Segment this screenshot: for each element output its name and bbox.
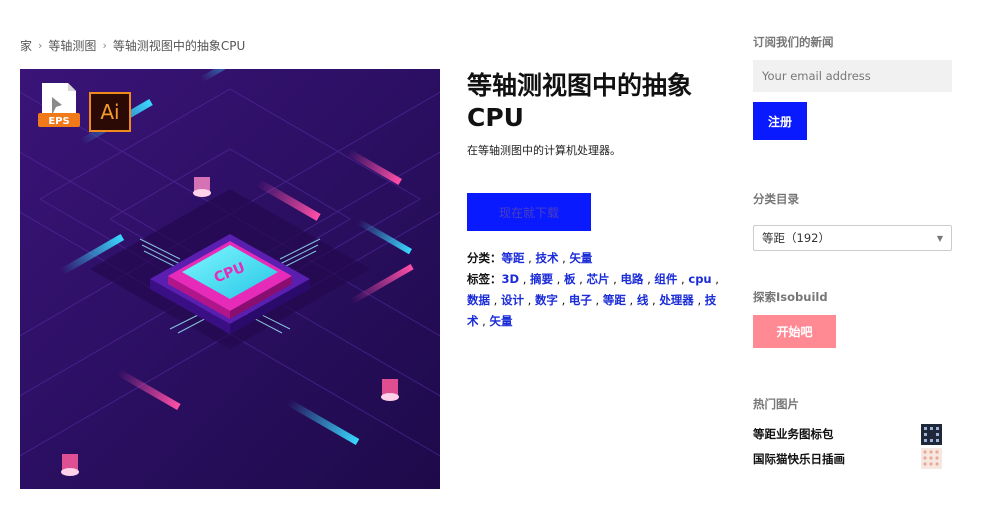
- newsletter-heading: 订阅我们的新闻: [753, 35, 834, 49]
- start-button[interactable]: 开始吧: [753, 315, 836, 348]
- popular-item-link[interactable]: 等距业务图标包: [753, 426, 834, 442]
- ai-badge-label: Ai: [100, 100, 119, 124]
- tag-link[interactable]: 矢量: [489, 314, 512, 328]
- list-separator: ,: [553, 272, 564, 286]
- tag-link[interactable]: 数据: [467, 293, 490, 307]
- chevron-right-icon: ›: [38, 39, 43, 52]
- tag-link[interactable]: 电子: [569, 293, 592, 307]
- list-separator: ,: [490, 293, 501, 307]
- popular-item-link[interactable]: 国际猫快乐日插画: [753, 451, 845, 467]
- category-link[interactable]: 等距: [502, 251, 525, 265]
- categories-heading: 分类目录: [753, 192, 799, 206]
- icon-pack-thumbnail-icon[interactable]: [921, 424, 942, 445]
- list-separator: ,: [609, 272, 621, 286]
- category-link[interactable]: 矢量: [569, 251, 592, 265]
- signup-button[interactable]: 注册: [753, 102, 807, 140]
- tag-link[interactable]: 芯片: [586, 272, 609, 286]
- list-separator: ,: [575, 272, 587, 286]
- tag-link[interactable]: cpu: [688, 272, 711, 286]
- list-separator: ,: [519, 272, 531, 286]
- list-separator: ,: [523, 293, 535, 307]
- download-button[interactable]: 现在就下载: [467, 193, 591, 231]
- tag-link[interactable]: 板: [564, 272, 576, 286]
- tags-label: 标签：: [467, 272, 502, 286]
- page-title: 等轴测视图中的抽象CPU: [467, 71, 693, 132]
- list-separator: ,: [591, 293, 603, 307]
- list-separator: ,: [478, 314, 490, 328]
- list-separator: ,: [524, 251, 536, 265]
- list-separator: ,: [558, 251, 570, 265]
- list-separator: ,: [625, 293, 637, 307]
- product-meta: 分类：等距 , 技术 , 矢量 标签：3D , 摘要 , 板 , 芯片 , 电路…: [467, 248, 722, 332]
- breadcrumb-category-link[interactable]: 等轴测图: [48, 37, 96, 54]
- product-description: 在等轴测图中的计算机处理器。: [467, 144, 621, 157]
- illustrator-file-icon: Ai: [89, 92, 131, 132]
- breadcrumb-home-link[interactable]: 家: [20, 37, 32, 54]
- tag-link[interactable]: 处理器: [659, 293, 694, 307]
- list-separator: ,: [557, 293, 569, 307]
- breadcrumb-current: 等轴测视图中的抽象CPU: [112, 39, 246, 53]
- category-link[interactable]: 技术: [535, 251, 558, 265]
- product-image: CPU EPS Ai: [20, 69, 440, 489]
- tag-link[interactable]: 设计: [501, 293, 524, 307]
- popular-heading: 热门图片: [753, 397, 799, 411]
- explore-heading: 探索Isobuild: [753, 290, 828, 304]
- eps-badge-label: EPS: [48, 116, 69, 127]
- tag-link[interactable]: 电路: [620, 272, 643, 286]
- category-select[interactable]: 等距（192） ▼: [753, 225, 952, 251]
- tag-link[interactable]: 3D: [502, 272, 520, 286]
- tag-link[interactable]: 等距: [603, 293, 626, 307]
- list-separator: ,: [711, 272, 719, 286]
- tag-link[interactable]: 线: [637, 293, 649, 307]
- tags-row: 标签：3D , 摘要 , 板 , 芯片 , 电路 , 组件 , cpu , 数据…: [467, 269, 722, 332]
- email-input[interactable]: [753, 60, 952, 92]
- tag-link[interactable]: 摘要: [530, 272, 553, 286]
- list-separator: ,: [643, 272, 655, 286]
- cat-illustration-thumbnail-icon[interactable]: [921, 448, 942, 469]
- categories-label: 分类：: [467, 251, 502, 265]
- tag-link[interactable]: 数字: [535, 293, 558, 307]
- list-separator: ,: [648, 293, 660, 307]
- eps-file-icon: EPS: [38, 83, 80, 127]
- list-separator: ,: [677, 272, 689, 286]
- list-separator: ,: [693, 293, 705, 307]
- caret-down-icon: ▼: [936, 233, 943, 243]
- category-row: 分类：等距 , 技术 , 矢量: [467, 248, 722, 269]
- breadcrumb: 家 › 等轴测图 › 等轴测视图中的抽象CPU: [20, 37, 245, 54]
- tag-link[interactable]: 组件: [654, 272, 677, 286]
- chevron-right-icon: ›: [102, 39, 107, 52]
- category-select-value: 等距（192）: [762, 231, 830, 245]
